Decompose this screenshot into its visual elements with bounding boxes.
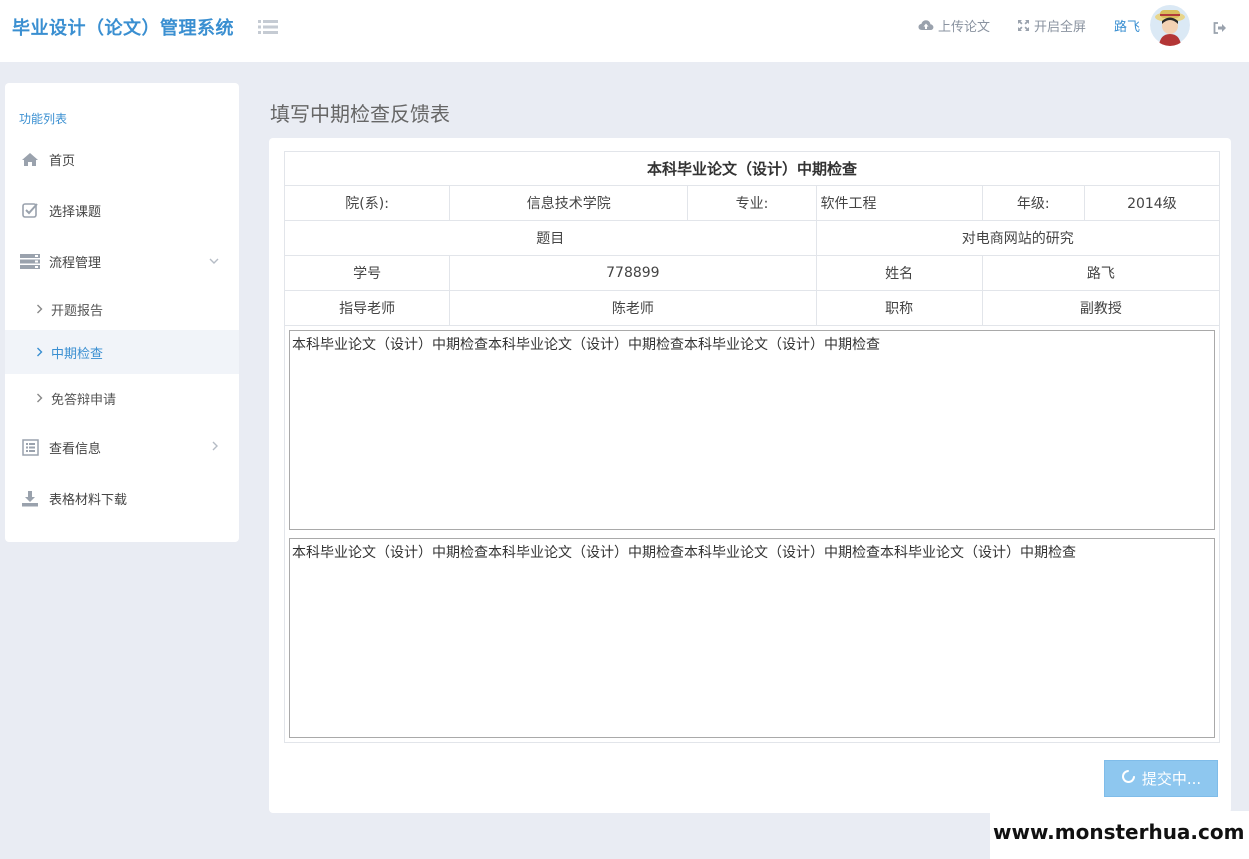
topic-label: 题目 xyxy=(284,220,817,256)
cloud-upload-icon xyxy=(918,19,934,33)
home-icon xyxy=(20,149,40,169)
sidebar-subitem-label: 开题报告 xyxy=(51,303,104,319)
midterm-check-form: 本科毕业论文（设计）中期检查 院(系): 信息技术学院 专业: 软件工程 年级:… xyxy=(283,151,1221,743)
sidebar-subitem-opening-report[interactable]: 开题报告 xyxy=(5,287,239,331)
chevron-right-icon xyxy=(36,393,43,403)
sidebar-subitem-defense-exemption[interactable]: 免答辩申请 xyxy=(5,376,239,420)
sidebar-item-home[interactable]: 首页 xyxy=(5,137,239,181)
name-value: 路飞 xyxy=(981,255,1221,291)
chevron-right-icon xyxy=(211,440,219,455)
fullscreen-label: 开启全屏 xyxy=(1034,20,1087,35)
feedback-text-cell: 本科毕业论文（设计）中期检查本科毕业论文（设计）中期检查本科毕业论文（设计）中期… xyxy=(284,325,1220,743)
app-title[interactable]: 毕业设计（论文）管理系统 xyxy=(12,14,234,40)
submit-label: 提交中... xyxy=(1141,770,1202,788)
sidebar-title: 功能列表 xyxy=(19,112,68,126)
top-header: 毕业设计（论文）管理系统 上传论文 开启全屏 路飞 xyxy=(0,0,1249,62)
advisor-label: 指导老师 xyxy=(283,290,451,326)
sidebar-subitem-label: 中期检查 xyxy=(51,346,104,362)
watermark-text: www.monsterhua.com xyxy=(993,820,1245,844)
problems-textarea[interactable]: 本科毕业论文（设计）中期检查本科毕业论文（设计）中期检查本科毕业论文（设计）中期… xyxy=(289,538,1215,738)
checkbox-icon xyxy=(20,200,40,220)
expand-icon xyxy=(1017,19,1030,32)
sidebar-subitem-midterm-check[interactable]: 中期检查 xyxy=(5,330,239,374)
logout-icon[interactable] xyxy=(1213,19,1227,38)
spinner-icon xyxy=(1121,769,1136,788)
page-title: 填写中期检查反馈表 xyxy=(270,102,450,126)
academic-title-value: 副教授 xyxy=(981,290,1221,326)
submit-button[interactable]: 提交中... xyxy=(1104,760,1218,797)
major-value: 软件工程 xyxy=(815,185,983,221)
download-icon xyxy=(20,488,40,508)
list-alt-icon xyxy=(20,437,40,457)
watermark: www.monsterhua.com xyxy=(990,811,1249,859)
sidebar-item-select-topic[interactable]: 选择课题 xyxy=(5,188,239,232)
menu-toggle-icon[interactable] xyxy=(257,16,279,38)
form-panel: 本科毕业论文（设计）中期检查 院(系): 信息技术学院 专业: 软件工程 年级:… xyxy=(269,138,1231,813)
fullscreen-button[interactable]: 开启全屏 xyxy=(1017,16,1086,35)
sidebar-item-label: 首页 xyxy=(49,153,76,169)
dept-value: 信息技术学院 xyxy=(449,185,689,221)
upload-thesis-button[interactable]: 上传论文 xyxy=(918,16,990,35)
user-avatar[interactable] xyxy=(1150,4,1190,46)
sidebar-item-label: 选择课题 xyxy=(49,204,102,220)
academic-title-label: 职称 xyxy=(815,290,983,326)
major-label: 专业: xyxy=(687,185,817,221)
sidebar-item-label: 流程管理 xyxy=(49,255,102,271)
grade-label: 年级: xyxy=(981,185,1085,221)
server-icon xyxy=(20,251,40,271)
sidebar-item-label: 查看信息 xyxy=(49,441,102,457)
sidebar-item-downloads[interactable]: 表格材料下载 xyxy=(5,476,239,520)
chevron-right-icon xyxy=(36,347,43,357)
progress-textarea[interactable]: 本科毕业论文（设计）中期检查本科毕业论文（设计）中期检查本科毕业论文（设计）中期… xyxy=(289,330,1215,530)
student-id-label: 学号 xyxy=(283,255,451,291)
topic-value: 对电商网站的研究 xyxy=(815,220,1221,256)
sidebar-item-view-info[interactable]: 查看信息 xyxy=(5,425,239,469)
username-link[interactable]: 路飞 xyxy=(1114,16,1140,35)
form-caption: 本科毕业论文（设计）中期检查 xyxy=(284,151,1220,186)
advisor-value: 陈老师 xyxy=(449,290,817,326)
chevron-right-icon xyxy=(36,304,43,314)
upload-thesis-label: 上传论文 xyxy=(938,20,991,35)
sidebar-item-label: 表格材料下载 xyxy=(49,492,128,508)
chevron-down-icon xyxy=(209,254,219,269)
dept-label: 院(系): xyxy=(283,185,451,221)
sidebar: 功能列表 首页 选择课题 流程管理 开题报告 中期检查 免答辩申请 查看信息 表… xyxy=(5,83,239,542)
sidebar-subitem-label: 免答辩申请 xyxy=(51,392,117,408)
student-id-value: 778899 xyxy=(449,255,817,291)
name-label: 姓名 xyxy=(815,255,983,291)
grade-value: 2014级 xyxy=(1083,185,1221,221)
sidebar-item-process[interactable]: 流程管理 xyxy=(5,239,239,283)
